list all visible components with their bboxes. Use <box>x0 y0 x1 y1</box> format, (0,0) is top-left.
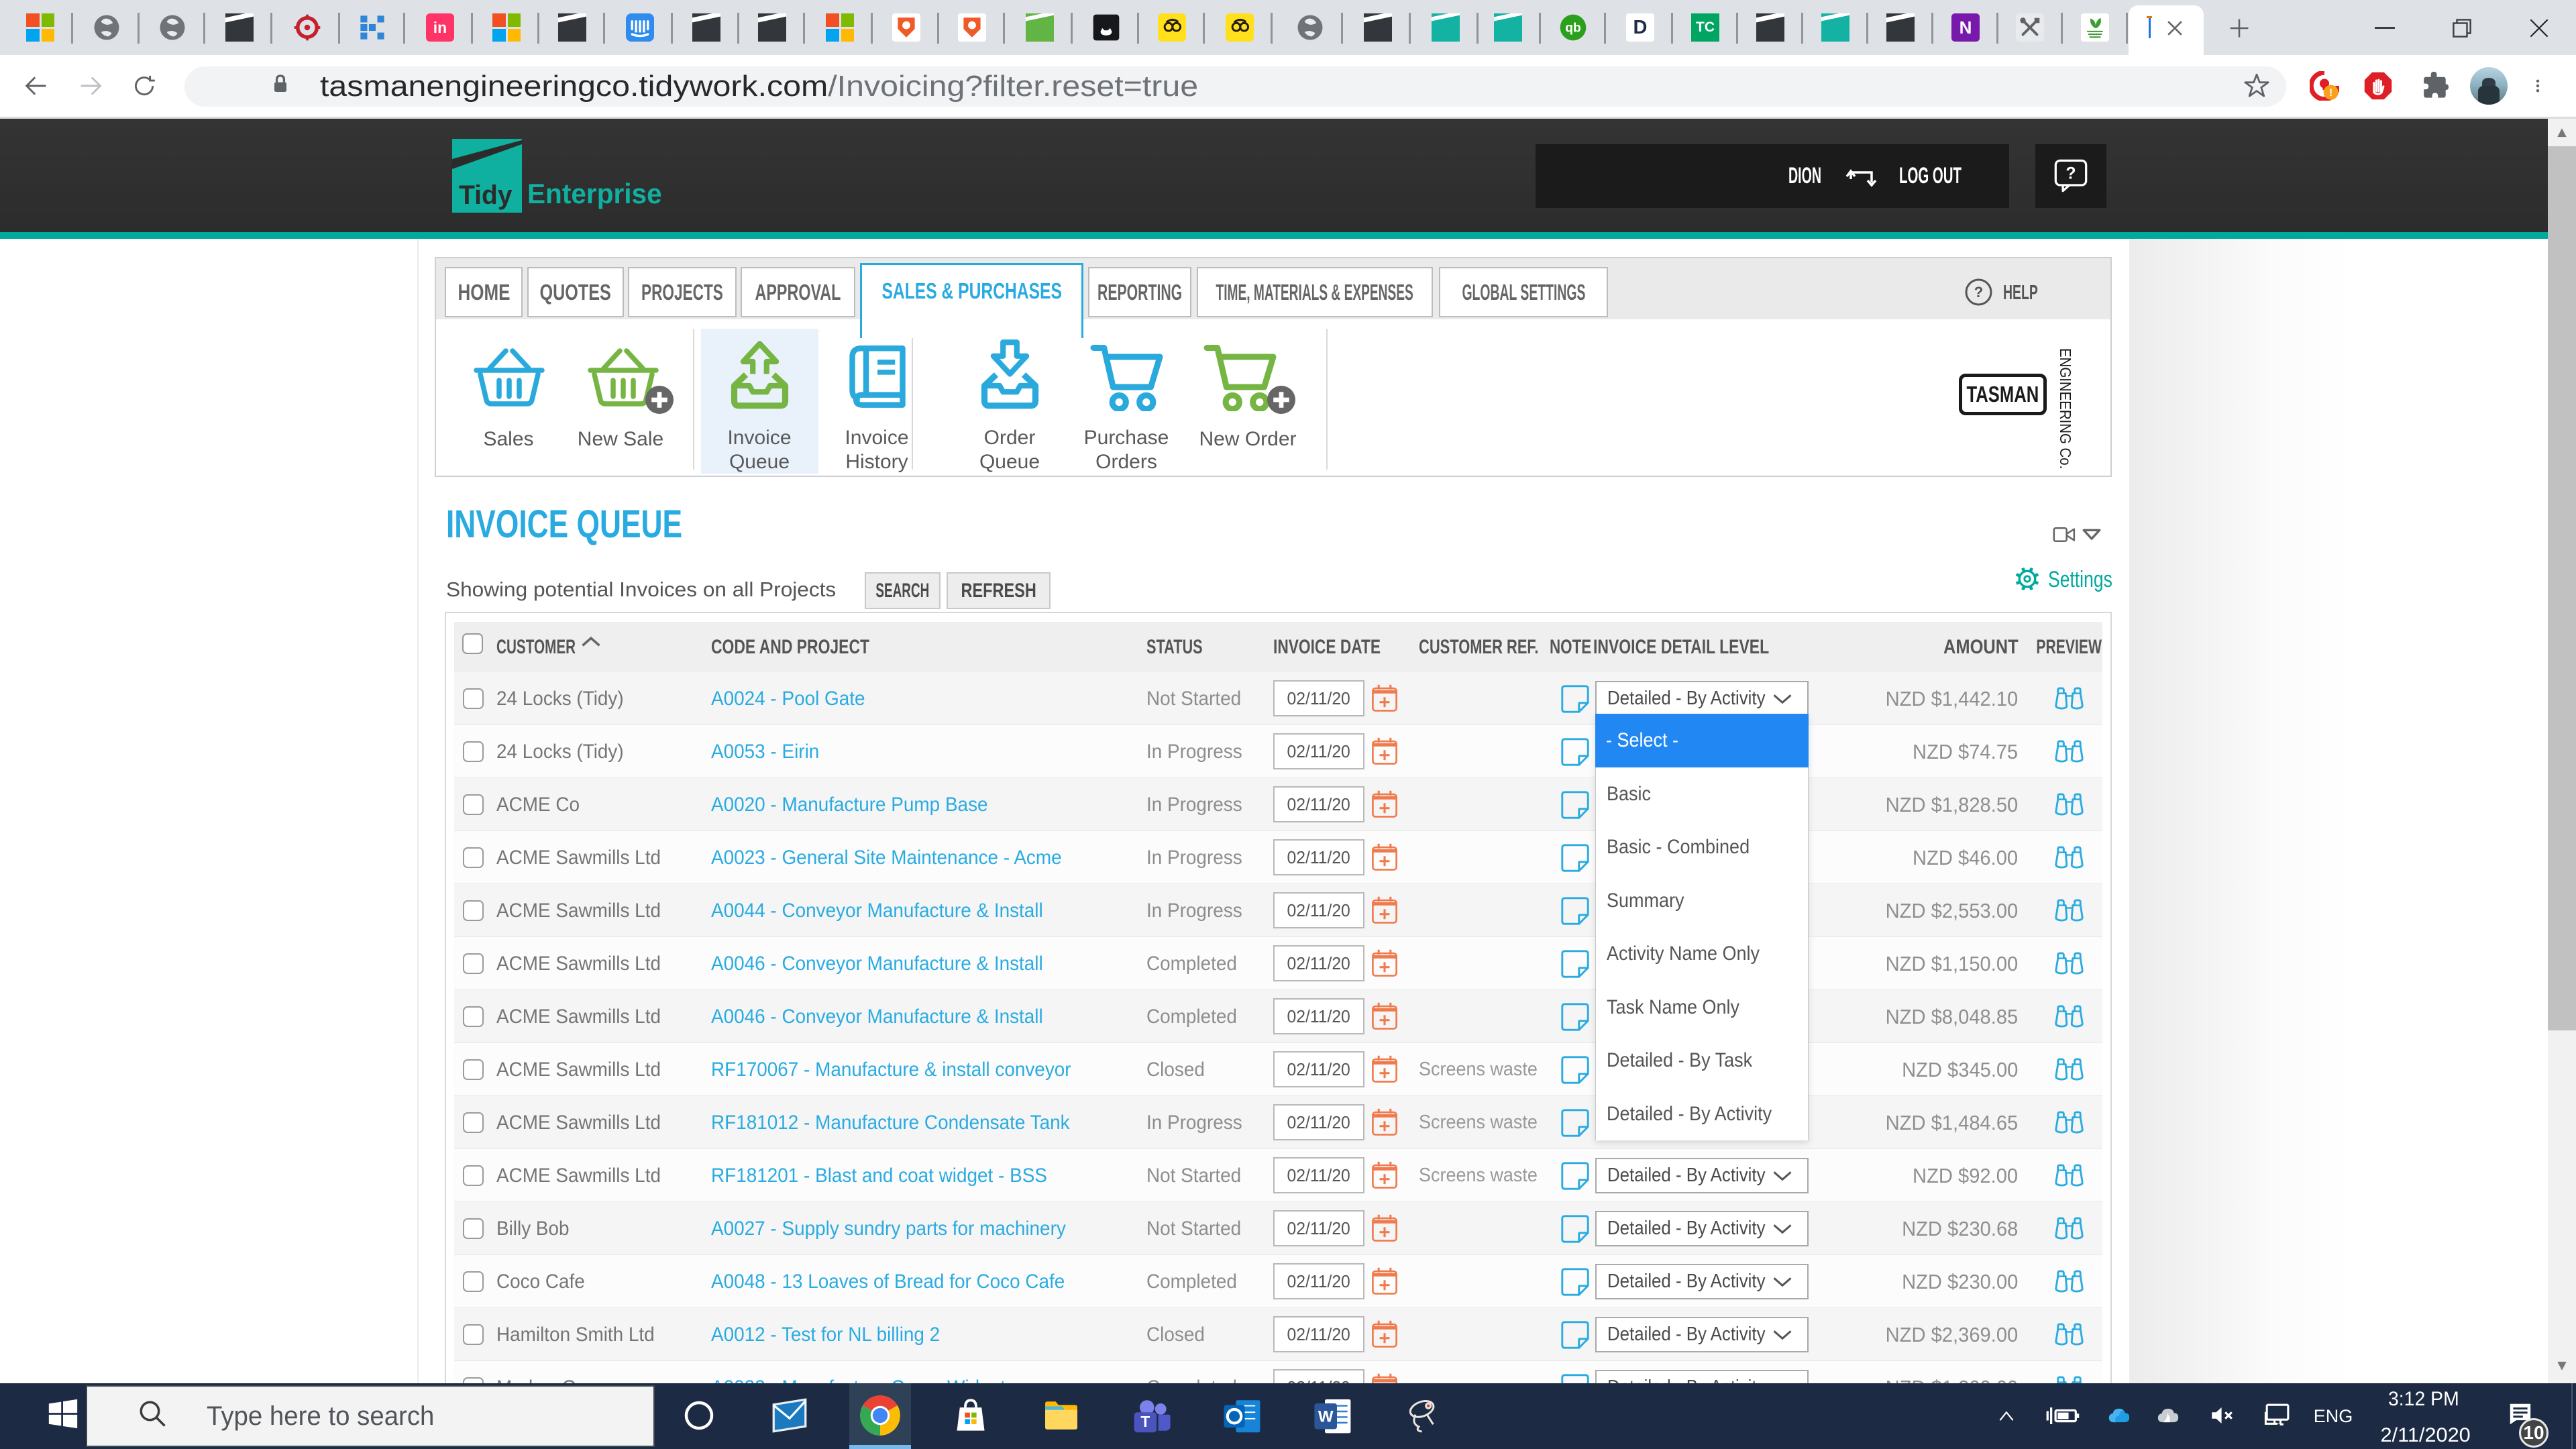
svg-text:!: ! <box>2329 87 2332 99</box>
svg-text:?: ? <box>1974 284 1984 301</box>
svg-text:?: ? <box>2065 164 2076 182</box>
svg-text:qb: qb <box>1565 21 1581 36</box>
svg-text:W: W <box>1318 1408 1334 1426</box>
svg-text:T: T <box>1140 1413 1150 1430</box>
